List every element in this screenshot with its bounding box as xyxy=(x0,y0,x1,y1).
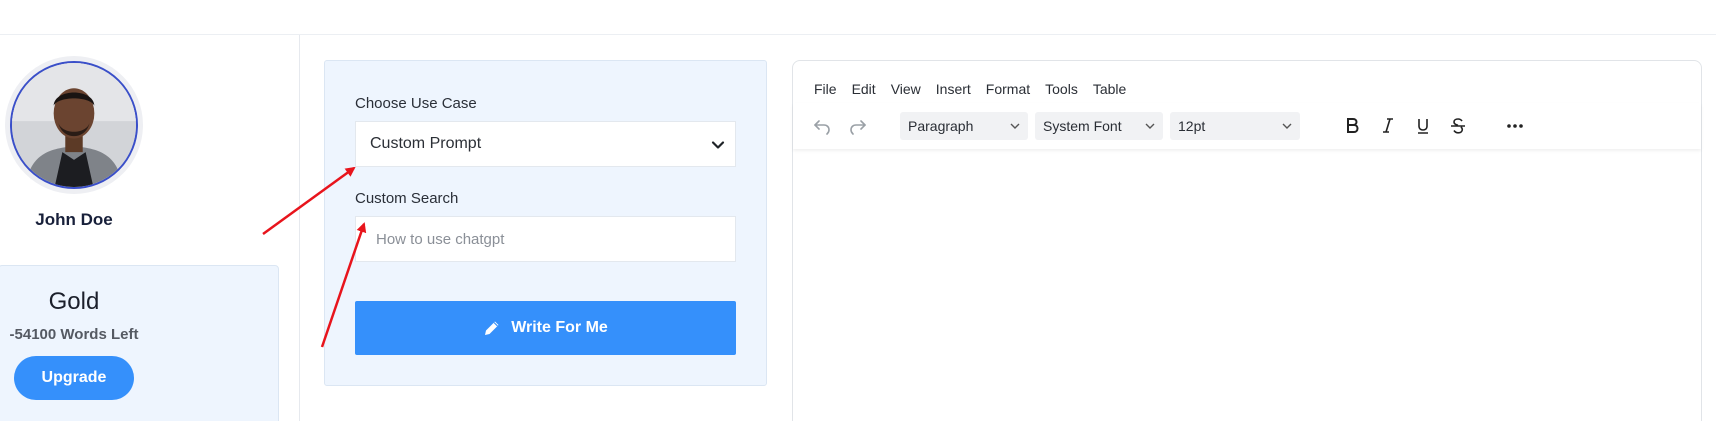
underline-button[interactable] xyxy=(1412,115,1434,137)
top-bar xyxy=(0,0,1716,35)
more-icon xyxy=(1507,124,1523,128)
sidebar: John Doe Gold -54100 Words Left Upgrade xyxy=(0,35,300,421)
editor-toolbar: Paragraph System Font 12pt xyxy=(793,103,1701,149)
undo-icon xyxy=(814,120,830,135)
chevron-down-icon xyxy=(1282,123,1292,129)
block-format-select[interactable]: Paragraph xyxy=(900,112,1028,140)
prompt-form-card: Choose Use Case Custom Prompt Custom Sea… xyxy=(324,60,767,386)
font-size-select[interactable]: 12pt xyxy=(1170,112,1300,140)
page: John Doe Gold -54100 Words Left Upgrade … xyxy=(0,0,1716,421)
font-family-value: System Font xyxy=(1043,118,1122,134)
italic-button[interactable] xyxy=(1377,115,1399,137)
user-name: John Doe xyxy=(35,210,113,229)
editor-menubar: File Edit View Insert Format Tools Table xyxy=(793,61,1701,103)
upgrade-button[interactable]: Upgrade xyxy=(14,356,134,400)
use-case-value: Custom Prompt xyxy=(370,135,482,152)
block-format-value: Paragraph xyxy=(908,118,974,134)
menu-view[interactable]: View xyxy=(891,81,921,103)
strikethrough-icon xyxy=(1451,118,1465,134)
undo-button[interactable] xyxy=(811,115,833,137)
plan-card: Gold -54100 Words Left Upgrade xyxy=(0,265,279,421)
more-button[interactable] xyxy=(1504,115,1526,137)
write-for-me-button[interactable]: Write For Me xyxy=(355,301,736,355)
strikethrough-button[interactable] xyxy=(1447,115,1469,137)
avatar-photo-icon xyxy=(12,63,136,187)
chevron-down-icon xyxy=(711,141,725,149)
redo-icon xyxy=(850,120,866,135)
rich-text-editor: File Edit View Insert Format Tools Table xyxy=(792,60,1702,421)
use-case-label: Choose Use Case xyxy=(355,95,477,112)
editor-content-area[interactable] xyxy=(793,149,1701,421)
menu-file[interactable]: File xyxy=(814,81,837,103)
write-for-me-label: Write For Me xyxy=(511,319,608,336)
redo-button[interactable] xyxy=(847,115,869,137)
chevron-down-icon xyxy=(1145,123,1155,129)
words-left: -54100 Words Left xyxy=(9,326,139,343)
chevron-down-icon xyxy=(1010,123,1020,129)
italic-icon xyxy=(1383,118,1393,133)
underline-icon xyxy=(1418,119,1428,134)
menu-table[interactable]: Table xyxy=(1093,81,1126,103)
bold-icon xyxy=(1347,118,1359,133)
menu-tools[interactable]: Tools xyxy=(1045,81,1078,103)
bold-button[interactable] xyxy=(1341,115,1363,137)
menu-insert[interactable]: Insert xyxy=(936,81,971,103)
custom-search-label: Custom Search xyxy=(355,190,459,207)
avatar[interactable] xyxy=(10,61,138,189)
menu-edit[interactable]: Edit xyxy=(852,81,876,103)
menu-format[interactable]: Format xyxy=(986,81,1030,103)
plan-name: Gold xyxy=(48,288,100,315)
custom-search-input[interactable] xyxy=(355,216,736,262)
font-family-select[interactable]: System Font xyxy=(1035,112,1163,140)
font-size-value: 12pt xyxy=(1178,118,1206,134)
pencil-icon xyxy=(485,321,499,335)
use-case-select[interactable]: Custom Prompt xyxy=(355,121,736,167)
